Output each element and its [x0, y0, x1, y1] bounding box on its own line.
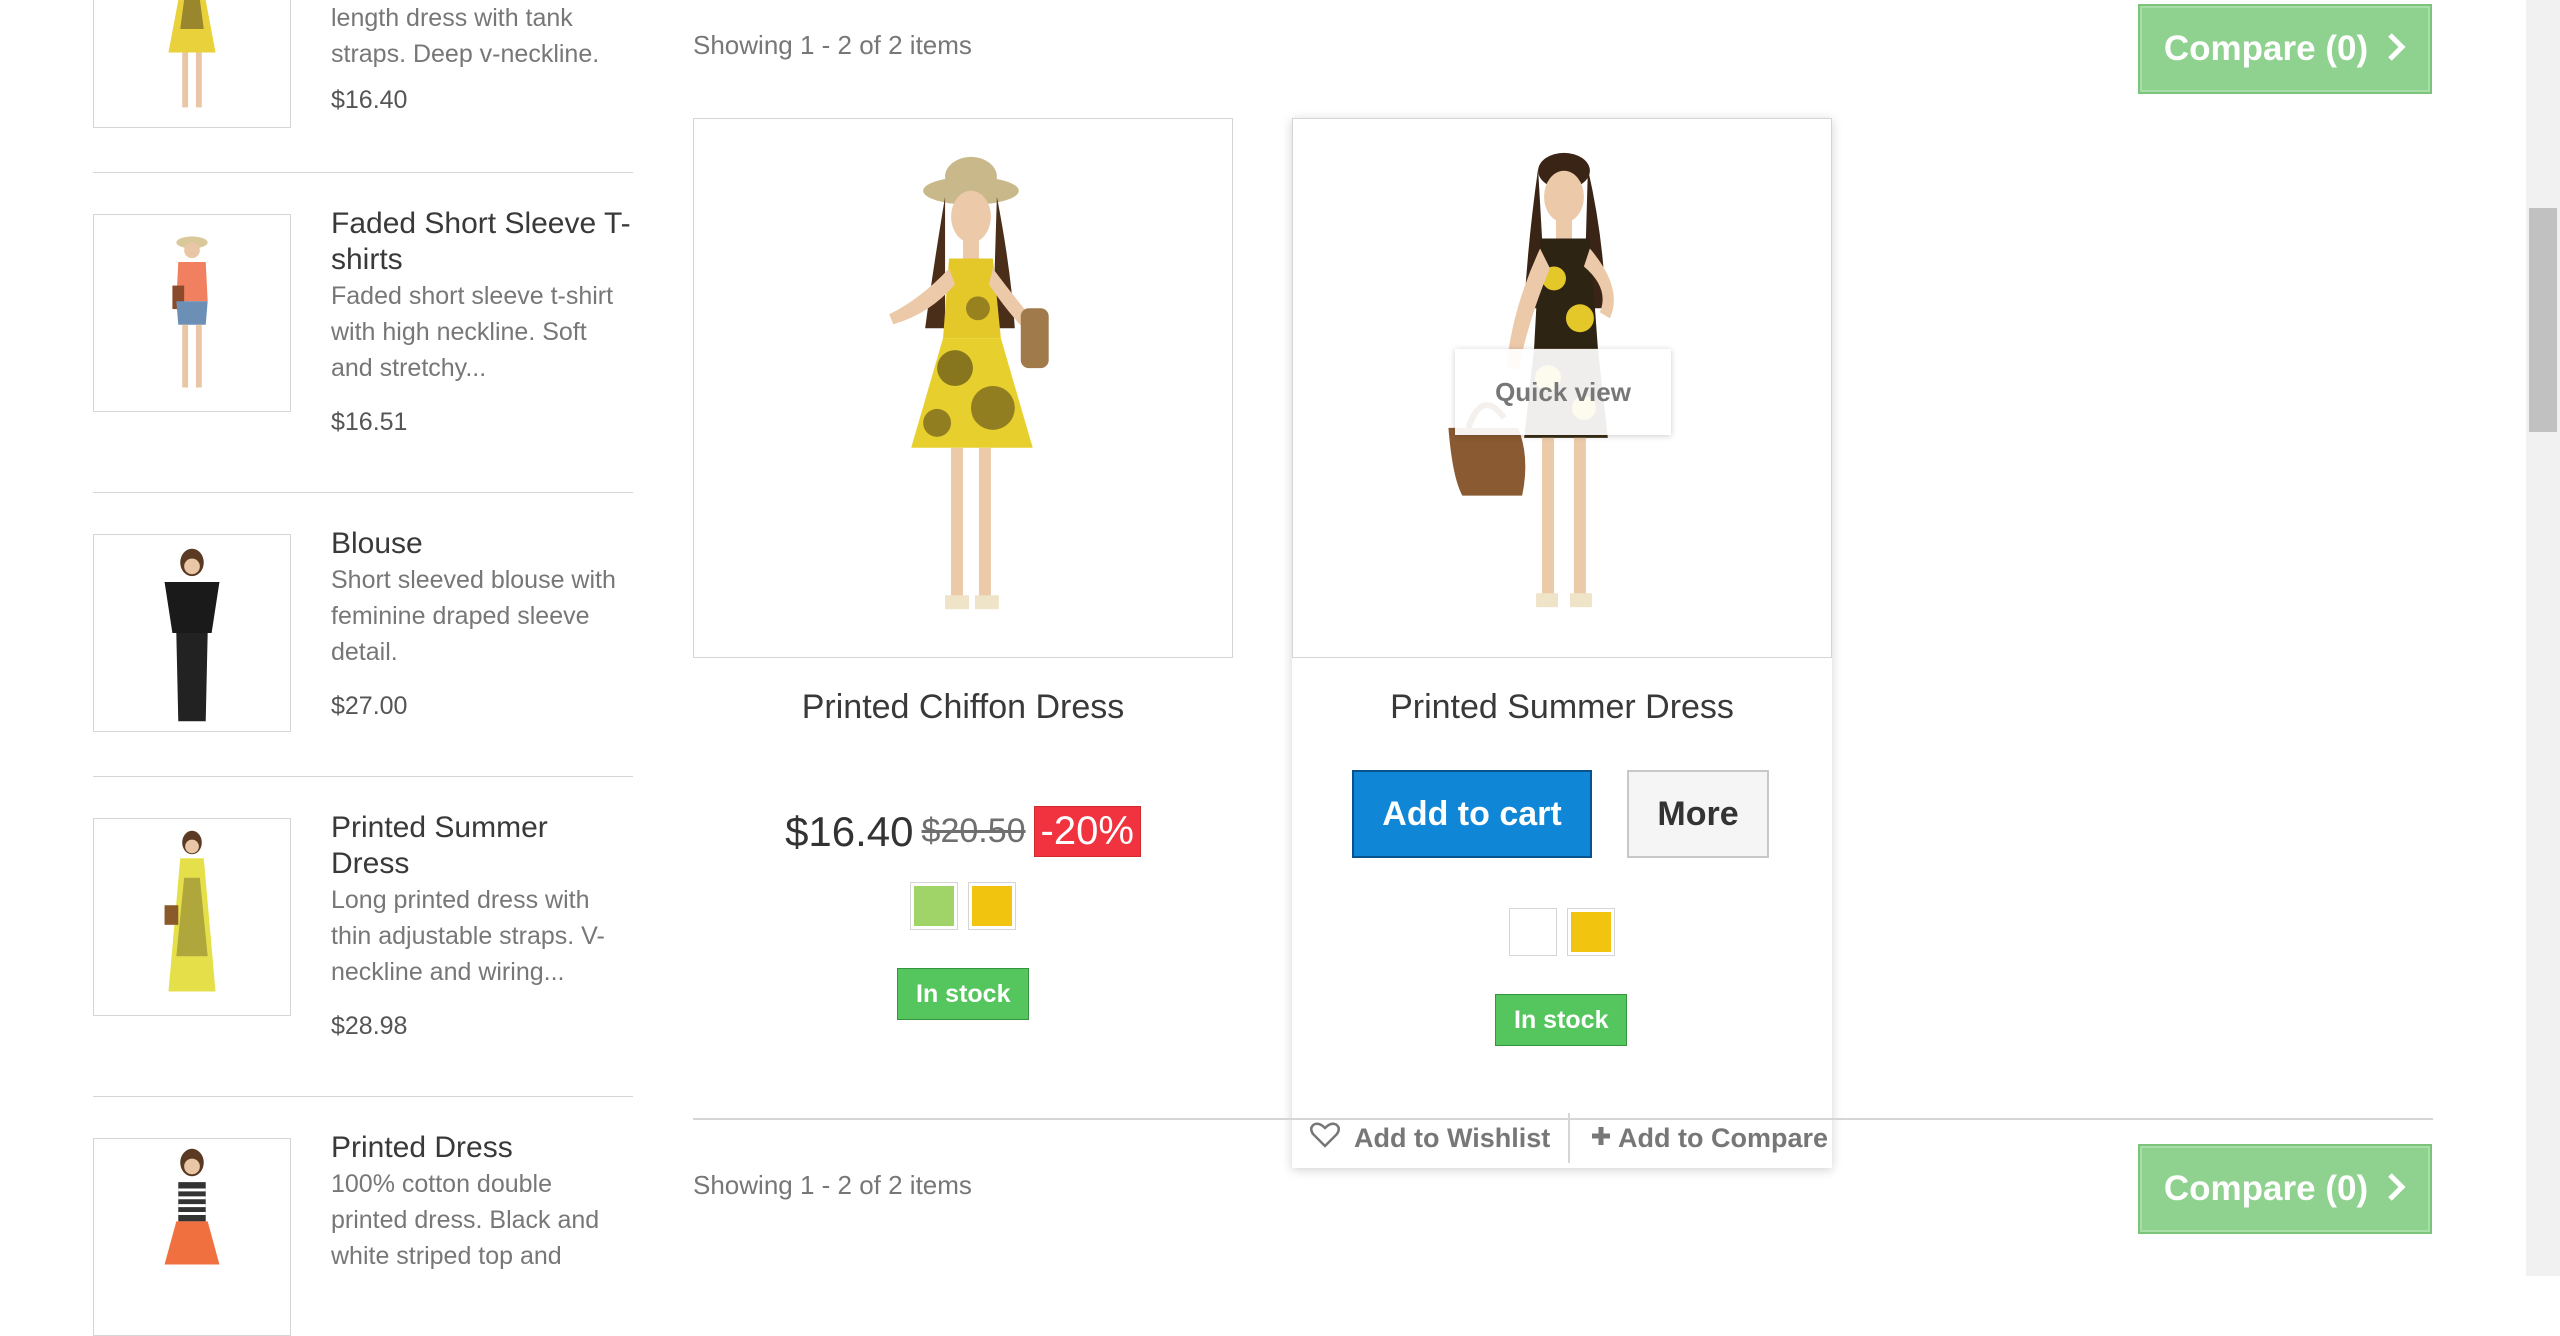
- color-swatch-yellow[interactable]: [1567, 908, 1615, 956]
- heart-icon: [1310, 1122, 1340, 1155]
- dress-yellow-image: [94, 0, 290, 127]
- product-price: $16.40: [331, 86, 408, 114]
- printed-dress-model-image: [94, 1139, 290, 1335]
- divider: [93, 172, 633, 173]
- divider: [93, 1096, 633, 1097]
- product-price: $27.00: [331, 692, 408, 720]
- product-card-summer[interactable]: Quick view Printed Summer Dress Add to c…: [1292, 118, 1832, 1168]
- product-count-top: Showing 1 - 2 of 2 items: [693, 30, 972, 60]
- color-swatches: [1292, 908, 1832, 956]
- compare-label: Compare (0): [2163, 1169, 2369, 1208]
- chevron-right-icon: [2386, 1167, 2406, 1212]
- product-image[interactable]: Quick view: [1292, 118, 1832, 658]
- product-name-link[interactable]: Blouse: [331, 526, 631, 562]
- compare-label: Compare (0): [2163, 29, 2369, 68]
- chevron-right-icon: [2386, 27, 2406, 72]
- page-scrollbar[interactable]: [2526, 0, 2560, 1276]
- add-to-cart-button[interactable]: Add to cart: [1352, 770, 1592, 858]
- scrollbar-thumb[interactable]: [2529, 208, 2557, 432]
- product-description: 100% cotton double printed dress. Black …: [331, 1170, 600, 1270]
- divider: [93, 492, 633, 493]
- product-description: length dress with tank straps. Deep v-ne…: [331, 4, 600, 68]
- product-name-link[interactable]: Printed Summer Dress: [1292, 688, 1832, 727]
- compare-link-label: Add to Compare: [1618, 1122, 1829, 1153]
- price-block: $16.40 $20.50 -20%: [693, 806, 1233, 857]
- product-thumbnail[interactable]: [93, 0, 291, 128]
- wishlist-label: Add to Wishlist: [1354, 1122, 1551, 1153]
- stock-badge: In stock: [1495, 994, 1628, 1046]
- product-name-link[interactable]: Printed Summer Dress: [331, 810, 631, 882]
- discount-badge: -20%: [1033, 806, 1141, 857]
- color-swatches: [693, 882, 1233, 930]
- product-description: Long printed dress with thin adjustable …: [331, 886, 605, 986]
- product-thumbnail[interactable]: [93, 1138, 291, 1336]
- listing-divider: [693, 1118, 2433, 1120]
- summer-dress-model-image: [94, 819, 290, 1015]
- add-to-compare-link[interactable]: Add to Compare: [1570, 1123, 1828, 1154]
- product-thumbnail[interactable]: [93, 818, 291, 1016]
- blouse-model-image: [94, 535, 290, 731]
- product-image[interactable]: [693, 118, 1233, 658]
- product-description: Faded short sleeve t-shirt with high nec…: [331, 282, 614, 382]
- product-thumbnail[interactable]: [93, 214, 291, 412]
- more-button[interactable]: More: [1627, 770, 1769, 858]
- compare-button-top[interactable]: Compare (0): [2138, 4, 2432, 94]
- color-swatch-green[interactable]: [910, 882, 958, 930]
- color-swatch-white[interactable]: [1509, 908, 1557, 956]
- product-count-bottom: Showing 1 - 2 of 2 items: [693, 1170, 972, 1200]
- compare-button-bottom[interactable]: Compare (0): [2138, 1144, 2432, 1234]
- quick-view-button[interactable]: Quick view: [1455, 349, 1671, 435]
- add-to-wishlist-link[interactable]: Add to Wishlist: [1292, 1122, 1568, 1155]
- product-price: $16.51: [331, 408, 408, 436]
- old-price: $20.50: [921, 812, 1026, 850]
- product-description: Short sleeved blouse with feminine drape…: [331, 566, 616, 666]
- color-swatch-yellow[interactable]: [968, 882, 1016, 930]
- chiffon-dress-model-image: [694, 119, 1232, 657]
- product-price: $16.40: [785, 807, 914, 855]
- card-actions: Add to Wishlist Add to Compare: [1292, 1108, 1832, 1168]
- stock-badge: In stock: [897, 968, 1030, 1020]
- product-name-link[interactable]: Printed Dress: [331, 1130, 631, 1166]
- product-price: $28.98: [331, 1012, 408, 1040]
- product-name-link[interactable]: Printed Chiffon Dress: [693, 688, 1233, 727]
- tshirt-model-image: [94, 215, 290, 411]
- divider: [93, 776, 633, 777]
- plus-icon: [1590, 1123, 1612, 1154]
- product-thumbnail[interactable]: [93, 534, 291, 732]
- product-name-link[interactable]: Faded Short Sleeve T-shirts: [331, 206, 631, 278]
